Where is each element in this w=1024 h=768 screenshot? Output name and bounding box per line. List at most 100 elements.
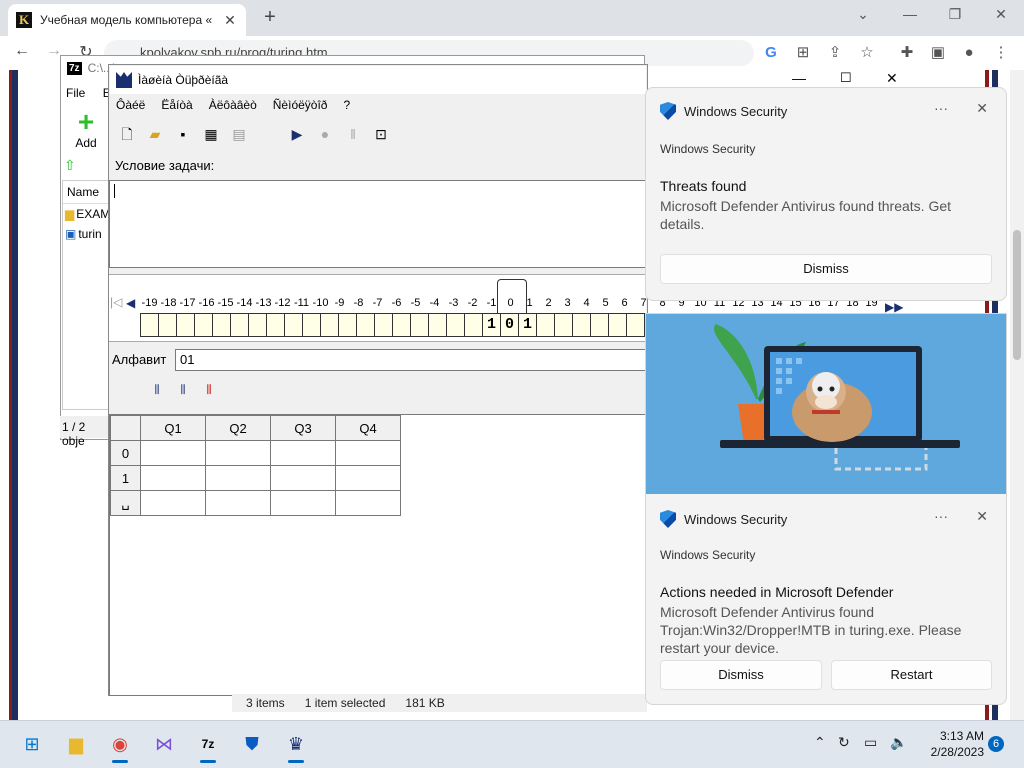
tape-scroll-left-icon[interactable]: ◀ [126, 296, 135, 310]
tape-cell[interactable] [590, 313, 609, 337]
table-cell[interactable] [140, 465, 206, 491]
windows-security-taskbar-icon[interactable]: ⛊ [236, 728, 268, 760]
bookmark-star-icon[interactable]: ☆ [856, 42, 878, 64]
table-cell[interactable] [205, 490, 271, 516]
tape-cell[interactable] [320, 313, 339, 337]
tape-cell[interactable] [536, 313, 555, 337]
table-cell[interactable] [270, 465, 336, 491]
close-notification-icon[interactable]: ✕ [976, 100, 988, 117]
tape-cell[interactable] [608, 313, 627, 337]
tray-chevron-icon[interactable]: ⌃ [814, 734, 826, 751]
tape-cell[interactable] [554, 313, 573, 337]
tab-search-button[interactable]: ⌄ [848, 6, 878, 23]
menu-tape[interactable]: Ëåíòà [161, 98, 192, 112]
tape-tool-icon[interactable]: ▦ [200, 124, 222, 144]
turing-maximize-button[interactable]: ☐ [840, 70, 852, 86]
table-cell[interactable] [205, 465, 271, 491]
menu-alphabet[interactable]: Àëôàâèò [209, 98, 257, 112]
state-header[interactable]: Q2 [205, 415, 271, 441]
table-cell[interactable] [270, 440, 336, 466]
table-cell[interactable] [335, 465, 401, 491]
alphabet-input[interactable]: 01 [175, 349, 647, 371]
side-panel-icon[interactable]: ▣ [927, 42, 949, 64]
new-tab-button[interactable]: + [258, 6, 282, 30]
menu-file[interactable]: Ôàéë [116, 98, 145, 112]
tape-cell[interactable] [428, 313, 447, 337]
table-cell[interactable] [205, 440, 271, 466]
insert-column-icon[interactable]: ⫼ [148, 384, 166, 402]
state-header[interactable]: Q1 [140, 415, 206, 441]
minimize-button[interactable]: — [895, 6, 925, 22]
tape-cell[interactable] [212, 313, 231, 337]
volume-icon[interactable]: 🔈 [890, 734, 907, 751]
turing-taskbar-icon[interactable]: ♛ [280, 728, 312, 760]
pause-icon[interactable]: ‖ [342, 124, 364, 144]
more-options-icon[interactable]: ··· [934, 100, 948, 116]
save-disk-icon[interactable]: ▪ [172, 124, 194, 144]
tape-cell[interactable] [176, 313, 195, 337]
state-header[interactable]: Q3 [270, 415, 336, 441]
stop-icon[interactable]: ● [314, 124, 336, 144]
sevenzip-add-button[interactable]: + Add [66, 108, 106, 151]
delete-column-icon[interactable]: ⫼ [200, 384, 218, 402]
start-windows-icon[interactable]: ⊞ [16, 728, 48, 760]
tape-scroll-right-icon[interactable]: ▶▶ [885, 300, 903, 314]
tape-cell[interactable] [338, 313, 357, 337]
tape-cell[interactable] [266, 313, 285, 337]
tape-cell[interactable]: 1 [482, 313, 501, 337]
tape-cell[interactable] [626, 313, 645, 337]
defender-action-notification[interactable]: Windows Security ··· ✕ Windows Security … [645, 313, 1007, 705]
extensions-puzzle-icon[interactable]: ✚ [896, 42, 918, 64]
tape-cell[interactable]: 1 [518, 313, 537, 337]
maximize-button[interactable]: ❐ [940, 6, 970, 23]
tape-cell[interactable]: 0 [500, 313, 519, 337]
table-cell[interactable] [335, 440, 401, 466]
tape-cell[interactable] [284, 313, 303, 337]
tape-cell[interactable] [446, 313, 465, 337]
tape-scroll-start-icon[interactable]: |◁ [110, 295, 124, 309]
table-cell[interactable] [335, 490, 401, 516]
tape-cell[interactable] [140, 313, 159, 337]
new-file-icon[interactable]: 🗋 [116, 124, 138, 144]
tape-cell[interactable] [230, 313, 249, 337]
turing-close-button[interactable]: ✕ [886, 70, 898, 87]
table-cell[interactable] [270, 490, 336, 516]
browser-tab[interactable]: K Учебная модель компьютера « ✕ [8, 4, 246, 36]
sevenzip-menu-file[interactable]: File [66, 86, 85, 100]
page-scrollbar-thumb[interactable] [1013, 230, 1021, 360]
tape-cell[interactable] [248, 313, 267, 337]
tape-cell[interactable] [572, 313, 591, 337]
dismiss-button[interactable]: Dismiss [660, 660, 822, 690]
tape-cell[interactable] [410, 313, 429, 337]
tab-close-icon[interactable]: ✕ [222, 12, 238, 29]
column-header-name[interactable]: Name [63, 181, 111, 204]
tray-sync-icon[interactable]: ↻ [838, 734, 850, 751]
tape-cell[interactable] [392, 313, 411, 337]
tray-display-icon[interactable]: ▭ [864, 734, 877, 751]
page-scrollbar[interactable] [1010, 70, 1024, 720]
step-icon[interactable]: ⊡ [370, 124, 392, 144]
run-play-icon[interactable]: ▶ [286, 124, 308, 144]
threats-notification[interactable]: Windows Security ··· ✕ Windows Security … [645, 87, 1007, 301]
tape-cell[interactable] [464, 313, 483, 337]
tape-cell[interactable] [158, 313, 177, 337]
chrome-menu-icon[interactable]: ⋮ [990, 42, 1012, 64]
translate-icon[interactable]: ⊞ [792, 42, 814, 64]
profile-avatar-icon[interactable]: ● [958, 42, 980, 64]
table-cell[interactable] [140, 440, 206, 466]
sevenzip-up-folder-icon[interactable]: ⇧ [64, 157, 104, 177]
share-icon[interactable]: ⇪ [824, 42, 846, 64]
turing-minimize-button[interactable]: — [792, 70, 806, 86]
dismiss-button[interactable]: Dismiss [660, 254, 992, 284]
notification-count-badge[interactable]: 6 [988, 736, 1004, 752]
close-window-button[interactable]: ✕ [986, 6, 1016, 23]
restart-button[interactable]: Restart [831, 660, 992, 690]
state-header[interactable]: Q4 [335, 415, 401, 441]
more-options-icon[interactable]: ··· [934, 508, 948, 524]
close-notification-icon[interactable]: ✕ [976, 508, 988, 525]
chrome-icon[interactable]: ◉ [104, 728, 136, 760]
clear-tape-icon[interactable]: ▤ [228, 124, 250, 144]
menu-help[interactable]: ? [343, 98, 350, 112]
tape-cell[interactable] [302, 313, 321, 337]
sevenzip-taskbar-icon[interactable]: 7z [192, 728, 224, 760]
